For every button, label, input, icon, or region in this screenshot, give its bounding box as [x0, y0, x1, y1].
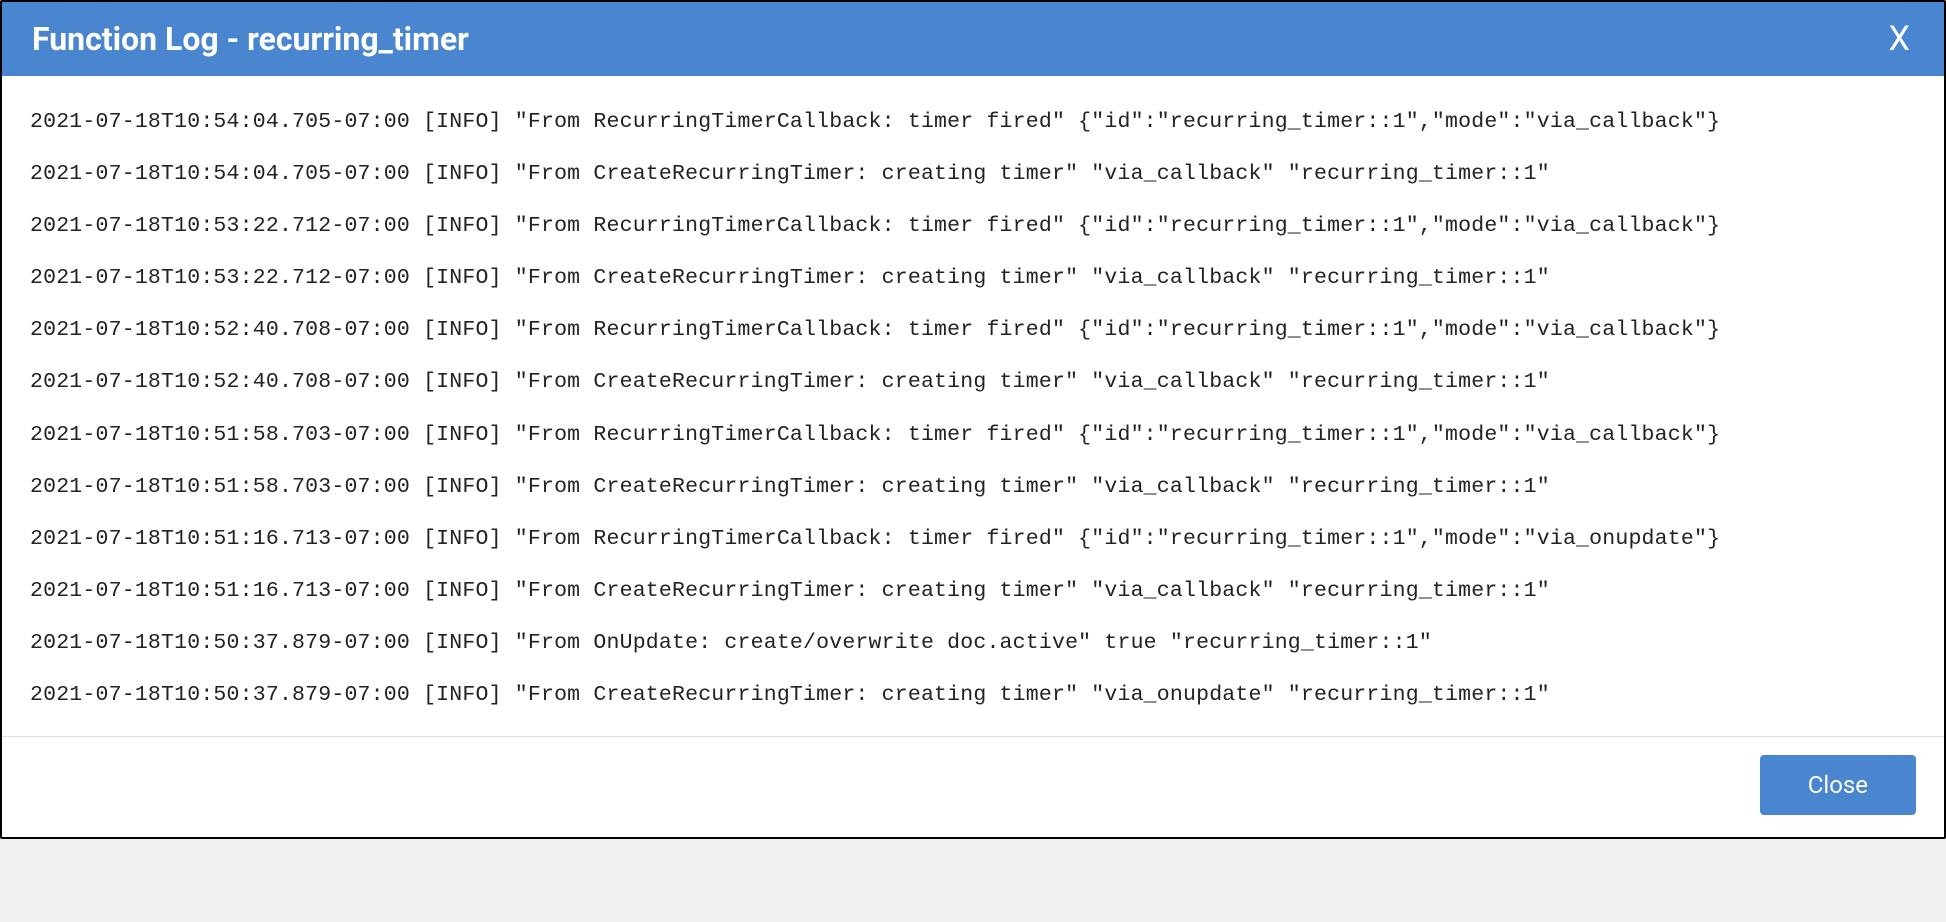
- modal-header: Function Log - recurring_timer X: [2, 2, 1944, 76]
- close-button[interactable]: Close: [1760, 755, 1916, 815]
- close-icon[interactable]: X: [1885, 22, 1914, 56]
- log-line: 2021-07-18T10:52:40.708-07:00 [INFO] "Fr…: [30, 356, 1916, 408]
- log-line: 2021-07-18T10:50:37.879-07:00 [INFO] "Fr…: [30, 669, 1916, 721]
- log-line: 2021-07-18T10:50:37.879-07:00 [INFO] "Fr…: [30, 617, 1916, 669]
- log-line: 2021-07-18T10:54:04.705-07:00 [INFO] "Fr…: [30, 148, 1916, 200]
- log-body[interactable]: 2021-07-18T10:54:04.705-07:00 [INFO] "Fr…: [2, 76, 1944, 736]
- log-line: 2021-07-18T10:50:06.147-07:00 [INFO] "Fr…: [30, 721, 1916, 736]
- log-line: 2021-07-18T10:53:22.712-07:00 [INFO] "Fr…: [30, 252, 1916, 304]
- log-line: 2021-07-18T10:51:58.703-07:00 [INFO] "Fr…: [30, 409, 1916, 461]
- modal-footer: Close: [2, 736, 1944, 837]
- log-line: 2021-07-18T10:51:16.713-07:00 [INFO] "Fr…: [30, 513, 1916, 565]
- function-log-modal: Function Log - recurring_timer X 2021-07…: [0, 0, 1946, 839]
- modal-title: Function Log - recurring_timer: [32, 20, 469, 58]
- log-line: 2021-07-18T10:53:22.712-07:00 [INFO] "Fr…: [30, 200, 1916, 252]
- log-line: 2021-07-18T10:51:16.713-07:00 [INFO] "Fr…: [30, 565, 1916, 617]
- log-line: 2021-07-18T10:52:40.708-07:00 [INFO] "Fr…: [30, 304, 1916, 356]
- log-line: 2021-07-18T10:51:58.703-07:00 [INFO] "Fr…: [30, 461, 1916, 513]
- log-line: 2021-07-18T10:54:04.705-07:00 [INFO] "Fr…: [30, 96, 1916, 148]
